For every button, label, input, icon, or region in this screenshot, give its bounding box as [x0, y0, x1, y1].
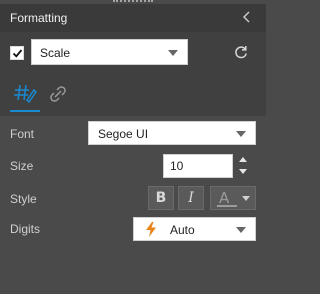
font-label: Font [10, 127, 35, 141]
style-label: Style [10, 192, 37, 206]
chevron-down-icon [242, 196, 250, 201]
font-color-button[interactable]: A [210, 186, 256, 210]
formatting-panel: Formatting Scale Font Segoe UI Size 10 S… [0, 0, 266, 294]
size-field[interactable] [163, 154, 233, 178]
link-icon[interactable] [48, 84, 68, 104]
italic-button[interactable]: I [178, 186, 204, 210]
chevron-left-icon[interactable] [240, 9, 254, 25]
reset-icon[interactable] [233, 44, 249, 60]
scale-checkbox[interactable] [10, 46, 24, 60]
font-dropdown-value: Segoe UI [98, 127, 149, 141]
format-number-icon [14, 84, 37, 104]
digits-dropdown-value: Auto [170, 223, 195, 237]
panel-title: Formatting [10, 11, 68, 25]
active-tab-indicator [10, 110, 40, 112]
chevron-down-icon [236, 131, 246, 137]
size-input[interactable] [164, 155, 230, 177]
scale-dropdown[interactable]: Scale [31, 39, 188, 65]
lightning-icon [146, 222, 156, 237]
digits-dropdown[interactable]: Auto [133, 217, 256, 241]
spin-down-icon[interactable] [239, 169, 247, 174]
chevron-down-icon [168, 50, 178, 56]
tab-format-number[interactable] [10, 78, 40, 112]
chevron-down-icon [236, 227, 246, 233]
bold-button[interactable]: B [148, 186, 174, 210]
font-color-swatch [217, 205, 237, 207]
spin-up-icon[interactable] [239, 157, 247, 162]
font-dropdown[interactable]: Segoe UI [88, 121, 256, 145]
digits-label: Digits [10, 222, 41, 236]
panel-header: Formatting [0, 4, 266, 32]
size-label: Size [10, 159, 34, 173]
checkmark-icon [12, 49, 23, 58]
panel-footer [0, 266, 266, 294]
scale-dropdown-value: Scale [40, 46, 71, 60]
